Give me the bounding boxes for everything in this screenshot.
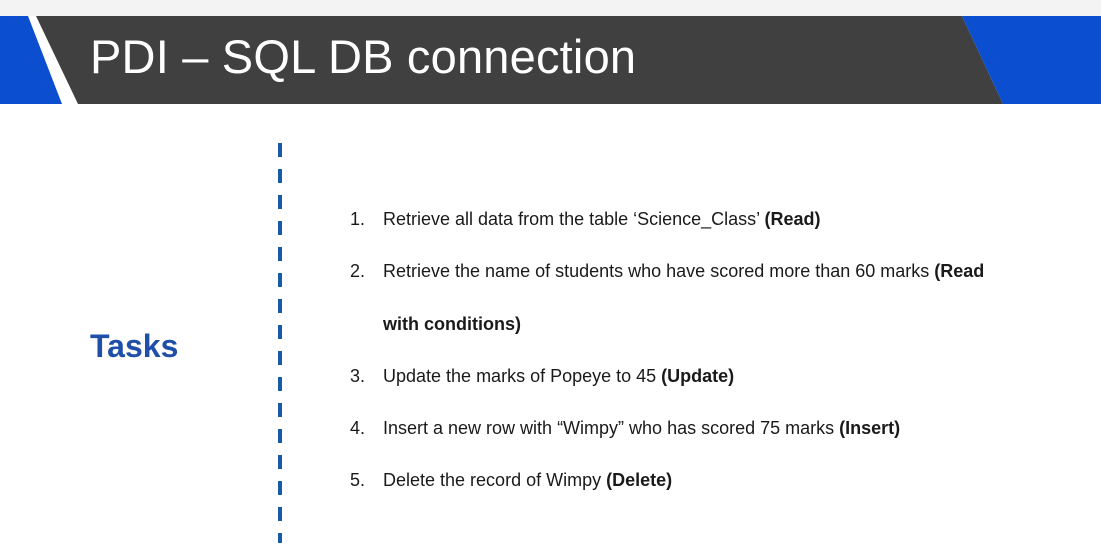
task-text: Retrieve all data from the table ‘Scienc… (383, 209, 765, 229)
task-operation: (Read) (764, 209, 821, 229)
task-operation: (Update) (661, 366, 735, 386)
task-number: 1. (350, 209, 366, 229)
slide-title: PDI – SQL DB connection (90, 30, 637, 83)
task-item-3: 3. Update the marks of Popeye to 45 (Upda… (350, 365, 734, 387)
task-number: 3. (350, 366, 366, 386)
task-number: 5. (350, 470, 366, 490)
task-operation: (Delete) (606, 470, 673, 490)
task-operation: (Insert) (839, 418, 901, 438)
task-number: 2. (350, 261, 366, 281)
task-operation-continued: with conditions) (383, 314, 521, 334)
task-text: Insert a new row with “Wimpy” who has sc… (383, 418, 840, 438)
task-text: Delete the record of Wimpy (383, 470, 607, 490)
task-text: Retrieve the name of students who have s… (383, 261, 935, 281)
task-item-1: 1. Retrieve all data from the table ‘Scie… (350, 208, 821, 230)
slide: PDI – SQL DB connection Tasks 1. Retrieve… (0, 0, 1101, 556)
task-item-2: 2. Retrieve the name of students who have… (350, 260, 984, 282)
task-item-5: 5. Delete the record of Wimpy (Delete) (350, 469, 672, 491)
tasks-heading: Tasks (90, 328, 179, 364)
task-text: Update the marks of Popeye to 45 (383, 366, 662, 386)
task-number: 4. (350, 418, 366, 438)
vertical-divider (278, 143, 282, 543)
task-item-4: 4. Insert a new row with “Wimpy” who has … (350, 417, 900, 439)
task-operation: (Read (934, 261, 985, 281)
